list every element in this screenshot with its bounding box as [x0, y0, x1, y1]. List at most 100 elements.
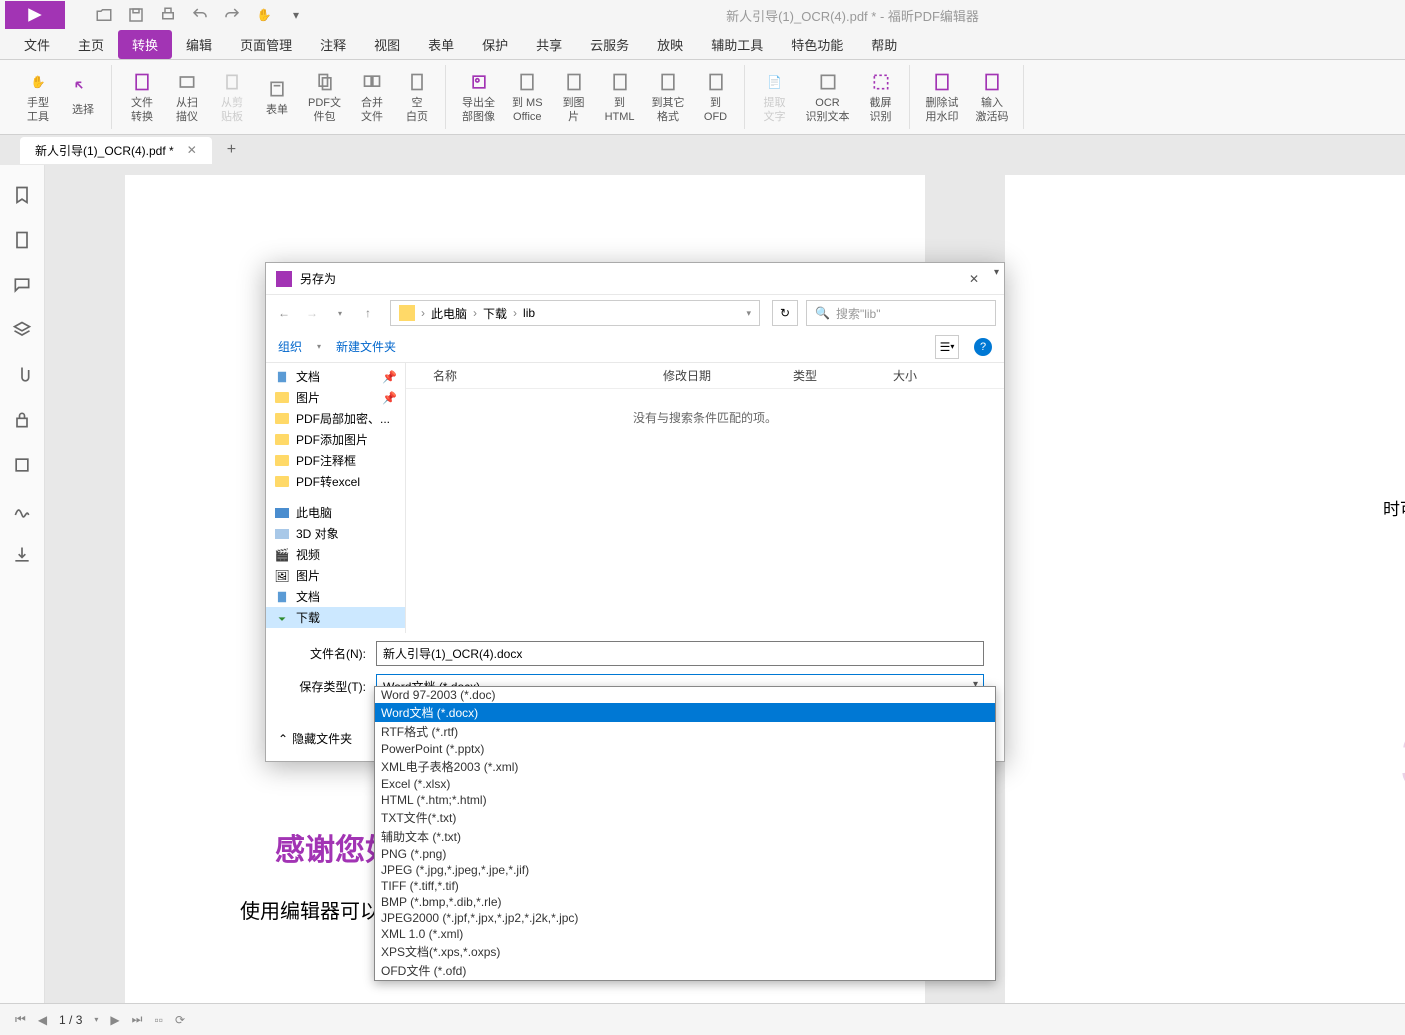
- tree-docs2[interactable]: 文档: [266, 586, 405, 607]
- hand-icon[interactable]: ✋: [255, 6, 273, 24]
- comment-icon[interactable]: [12, 275, 32, 295]
- menu-page[interactable]: 页面管理: [226, 30, 306, 59]
- menu-cloud[interactable]: 云服务: [576, 30, 643, 59]
- tree-pdfannotate[interactable]: PDF注释框: [266, 450, 405, 471]
- ribbon-toimage[interactable]: 到图 片: [554, 67, 594, 126]
- document-tab[interactable]: 新人引导(1)_OCR(4).pdf * ✕: [20, 137, 212, 164]
- tree-docs[interactable]: 文档📌: [266, 366, 405, 387]
- ribbon-tomsoffice[interactable]: 到 MS Office: [506, 67, 549, 126]
- tree-3dobj[interactable]: 3D 对象: [266, 523, 405, 544]
- dropdown-item[interactable]: Word 97-2003 (*.doc): [375, 687, 995, 703]
- dropdown-item[interactable]: PowerPoint (*.pptx): [375, 741, 995, 757]
- page-indicator[interactable]: 1 / 3: [59, 1013, 82, 1027]
- ribbon-select[interactable]: 选择: [63, 74, 103, 120]
- menu-edit[interactable]: 编辑: [172, 30, 226, 59]
- ribbon-hand[interactable]: ✋手型 工具: [18, 67, 58, 126]
- prev-page-icon[interactable]: ◀: [38, 1013, 47, 1027]
- dropdown-item[interactable]: OFD文件 (*.ofd): [375, 961, 995, 980]
- ribbon-pdfpkg[interactable]: PDF文 件包: [302, 67, 347, 126]
- bookmark-icon[interactable]: [12, 185, 32, 205]
- dropdown-item[interactable]: JPEG2000 (*.jpf,*.jpx,*.jp2,*.j2k,*.jpc): [375, 910, 995, 926]
- nav-refresh-button[interactable]: ↻: [772, 300, 798, 326]
- next-page-icon[interactable]: ▶: [110, 1013, 119, 1027]
- tree-pdfaddimg[interactable]: PDF添加图片: [266, 429, 405, 450]
- col-size[interactable]: 大小: [893, 367, 953, 384]
- hide-folders-link[interactable]: ⌃ 隐藏文件夹: [278, 730, 352, 747]
- ribbon-clip[interactable]: 从剪 贴板: [212, 67, 252, 126]
- path-thispc[interactable]: 此电脑: [431, 305, 467, 322]
- menu-assist[interactable]: 辅助工具: [697, 30, 777, 59]
- menu-protect[interactable]: 保护: [468, 30, 522, 59]
- more-icon[interactable]: ▾: [287, 6, 305, 24]
- nav-back-icon[interactable]: ←: [274, 303, 294, 323]
- newfolder-link[interactable]: 新建文件夹: [336, 338, 396, 355]
- first-page-icon[interactable]: ⏮: [15, 1012, 26, 1027]
- menu-share[interactable]: 共享: [522, 30, 576, 59]
- fields-icon[interactable]: [12, 455, 32, 475]
- dropdown-item[interactable]: RTF格式 (*.rtf): [375, 722, 995, 741]
- menu-file[interactable]: 文件: [10, 30, 64, 59]
- tab-close-icon[interactable]: ✕: [187, 143, 197, 157]
- dropdown-item[interactable]: JPEG (*.jpg,*.jpeg,*.jpe,*.jif): [375, 862, 995, 878]
- ribbon-merge[interactable]: 合并 文件: [352, 67, 392, 126]
- dropdown-item[interactable]: 辅助文本 (*.txt): [375, 827, 995, 846]
- dropdown-item[interactable]: Word文档 (*.docx): [375, 703, 995, 722]
- redo-icon[interactable]: [223, 6, 241, 24]
- dropdown-item[interactable]: XPS文档(*.xps,*.oxps): [375, 942, 995, 961]
- tree-pdfexcel[interactable]: PDF转excel: [266, 471, 405, 492]
- ribbon-input[interactable]: 输入 激活码: [970, 67, 1015, 126]
- rotate-icon[interactable]: ⟳: [175, 1013, 185, 1027]
- col-name[interactable]: 名称: [433, 367, 663, 384]
- menu-annotate[interactable]: 注释: [306, 30, 360, 59]
- col-type[interactable]: 类型: [793, 367, 893, 384]
- ribbon-exportall[interactable]: 导出全 部图像: [456, 67, 501, 126]
- ribbon-tohtml[interactable]: 到 HTML: [599, 67, 641, 126]
- ribbon-fileconv[interactable]: 文件 转换: [122, 67, 162, 126]
- nav-up-icon[interactable]: ↑: [358, 303, 378, 323]
- dropdown-item[interactable]: PNG (*.png): [375, 846, 995, 862]
- dropdown-item[interactable]: XML电子表格2003 (*.xml): [375, 757, 995, 776]
- path-download[interactable]: 下载: [483, 305, 507, 322]
- tab-add-icon[interactable]: +: [227, 141, 236, 159]
- attachment-icon[interactable]: [12, 365, 32, 385]
- ribbon-blank[interactable]: 空 白页: [397, 67, 437, 126]
- signature-icon[interactable]: [12, 500, 32, 520]
- undo-icon[interactable]: [191, 6, 209, 24]
- save-icon[interactable]: [127, 6, 145, 24]
- dropdown-item[interactable]: TIFF (*.tiff,*.tif): [375, 878, 995, 894]
- organize-link[interactable]: 组织: [278, 338, 302, 355]
- help-button[interactable]: ?: [974, 338, 992, 356]
- ribbon-extract[interactable]: 📄提取 文字: [755, 67, 795, 126]
- dropdown-item[interactable]: HTML (*.htm;*.html): [375, 792, 995, 808]
- path-lib[interactable]: lib: [523, 306, 535, 320]
- ribbon-delwater[interactable]: 删除试 用水印: [920, 67, 965, 126]
- dropdown-item[interactable]: Excel (*.xlsx): [375, 776, 995, 792]
- tree-pdfencrypt[interactable]: PDF局部加密、...: [266, 408, 405, 429]
- tree-download[interactable]: 下载: [266, 607, 405, 628]
- ribbon-screen[interactable]: 截屏 识别: [861, 67, 901, 126]
- view-mode-icon[interactable]: ▫▫: [154, 1013, 163, 1027]
- last-page-icon[interactable]: ⏭: [132, 1012, 143, 1027]
- nav-search-input[interactable]: 🔍 搜索"lib": [806, 300, 996, 326]
- menu-home[interactable]: 主页: [64, 30, 118, 59]
- menu-special[interactable]: 特色功能: [777, 30, 857, 59]
- print-icon[interactable]: [159, 6, 177, 24]
- filename-input[interactable]: 新人引导(1)_OCR(4).docx▾: [376, 641, 984, 666]
- security-icon[interactable]: [12, 410, 32, 430]
- dialog-close-button[interactable]: ✕: [954, 264, 994, 294]
- export-icon[interactable]: [12, 545, 32, 565]
- dropdown-item[interactable]: BMP (*.bmp,*.dib,*.rle): [375, 894, 995, 910]
- menu-help[interactable]: 帮助: [857, 30, 911, 59]
- dropdown-item[interactable]: XML 1.0 (*.xml): [375, 926, 995, 942]
- open-icon[interactable]: [95, 6, 113, 24]
- ribbon-toofd[interactable]: 到 OFD: [696, 67, 736, 126]
- view-mode-button[interactable]: ☰▾: [935, 335, 959, 359]
- layers-icon[interactable]: [12, 320, 32, 340]
- tree-pics[interactable]: 图片📌: [266, 387, 405, 408]
- ribbon-toother[interactable]: 到其它 格式: [646, 67, 691, 126]
- col-date[interactable]: 修改日期: [663, 367, 793, 384]
- tree-pics2[interactable]: 🖼图片: [266, 565, 405, 586]
- nav-path[interactable]: › 此电脑 › 下载 › lib ▾: [390, 300, 760, 326]
- ribbon-form[interactable]: 表单: [257, 74, 297, 120]
- menu-form[interactable]: 表单: [414, 30, 468, 59]
